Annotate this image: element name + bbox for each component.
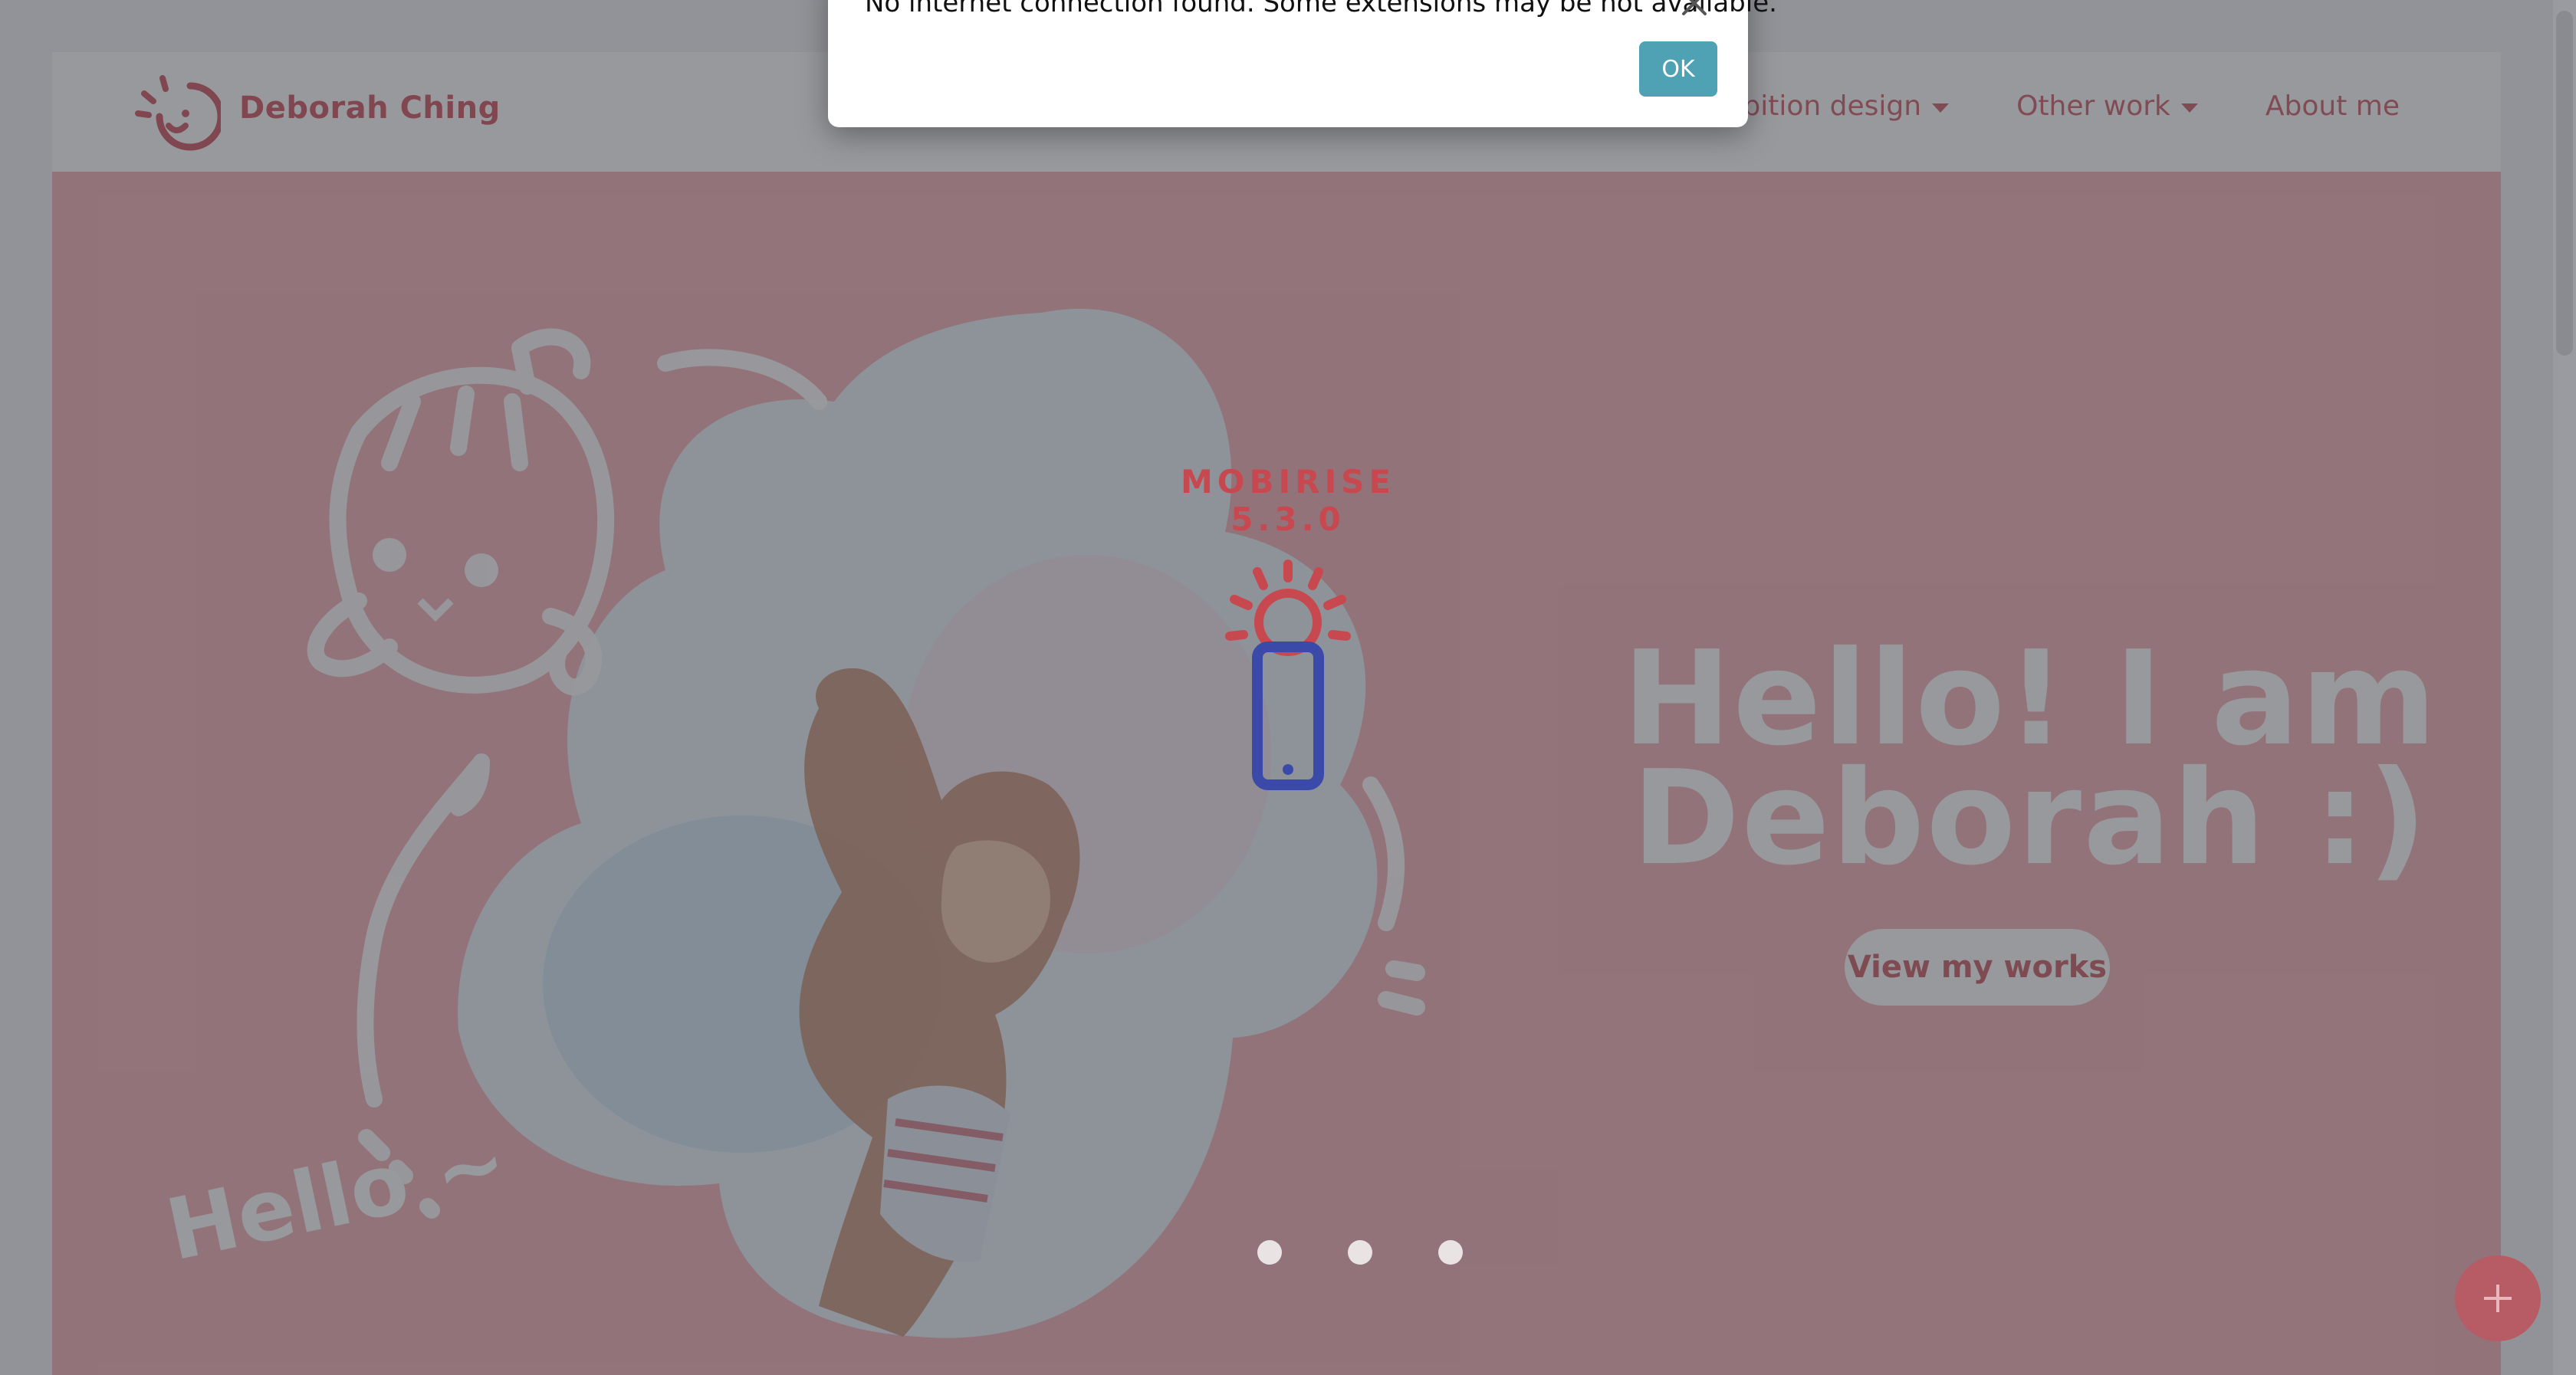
loader-brand-label: MOBIRISE 5.3.0 [1180,463,1396,538]
slide-dot[interactable] [1348,1240,1372,1265]
phone-sun-icon [1225,560,1351,790]
plus-icon [2484,1285,2512,1312]
add-block-button[interactable] [2455,1255,2541,1341]
app-window: Deborah Ching Exhibition design Other wo… [0,0,2576,1375]
ok-button[interactable]: OK [1639,41,1717,97]
slide-indicators [1257,1240,1463,1265]
page-scrollbar[interactable] [2553,0,2576,1375]
dialog-message: No internet connection found. Some exten… [865,0,1777,18]
slide-dot[interactable] [1438,1240,1463,1265]
slide-dot[interactable] [1257,1240,1282,1265]
offline-dialog: No internet connection found. Some exten… [828,0,1777,127]
close-icon[interactable] [1679,0,1710,18]
scrollbar-thumb[interactable] [2556,11,2573,356]
